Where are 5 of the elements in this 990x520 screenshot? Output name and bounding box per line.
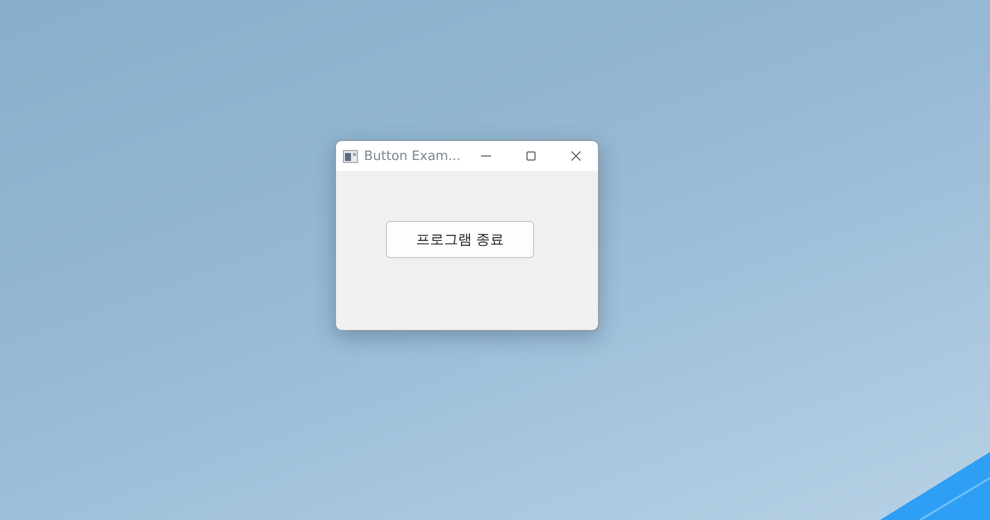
maximize-icon[interactable] (526, 151, 536, 161)
app-icon (343, 150, 358, 162)
exit-program-button[interactable]: 프로그램 종료 (386, 221, 534, 258)
close-icon[interactable] (570, 151, 581, 161)
window-title: Button Exam... (364, 148, 462, 164)
